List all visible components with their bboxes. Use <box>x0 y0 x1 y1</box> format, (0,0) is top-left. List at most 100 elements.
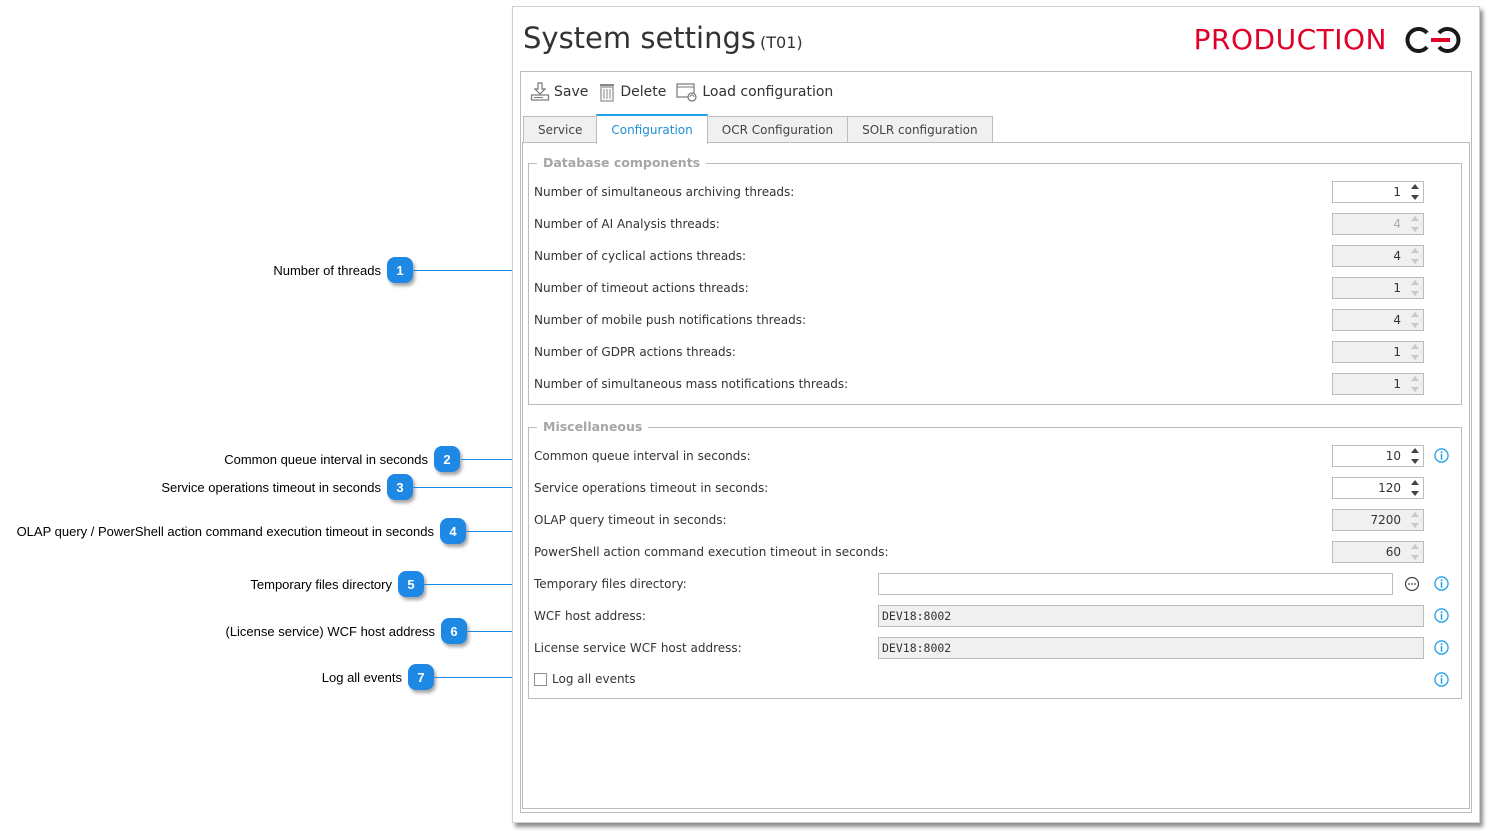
info-icon[interactable] <box>1434 576 1449 591</box>
callout-leader <box>413 487 525 488</box>
stepper-arrows <box>1410 512 1419 528</box>
log-all-events-checkbox[interactable] <box>534 672 547 686</box>
timeout-actions-threads-row: Number of timeout actions threads: <box>534 277 749 299</box>
service-timeout-row: Service operations timeout in seconds: <box>534 477 768 499</box>
database-components-group: Database components Number of simultaneo… <box>528 155 1462 405</box>
page-title: System settings (T01) <box>523 21 803 55</box>
stepper-arrows <box>1410 280 1419 296</box>
wcf-host-row: WCF host address: <box>534 605 646 627</box>
load-configuration-button[interactable]: Load configuration <box>676 82 833 102</box>
settings-panel: Save Delete Load configuration Service C… <box>520 71 1472 813</box>
callout-leader <box>424 584 525 585</box>
temp-dir-row: Temporary files directory: <box>534 573 687 595</box>
arrow-down-icon[interactable] <box>1410 491 1419 496</box>
callout-3: Service operations timeout in seconds 3 <box>161 474 413 500</box>
arrow-down-icon <box>1410 555 1419 560</box>
service-timeout-stepper[interactable]: 120 <box>1332 477 1424 499</box>
info-icon[interactable] <box>1434 448 1449 463</box>
field-label: Number of AI Analysis threads: <box>534 217 720 231</box>
stepper-arrows[interactable] <box>1410 448 1419 464</box>
arrow-down-icon <box>1410 323 1419 328</box>
toolbar: Save Delete Load configuration <box>530 82 833 102</box>
stepper-arrows <box>1410 312 1419 328</box>
arrow-down-icon <box>1410 523 1419 528</box>
configuration-tab-content: Database components Number of simultaneo… <box>522 142 1470 809</box>
browse-icon[interactable] <box>1404 576 1420 592</box>
log-all-events-row[interactable]: Log all events <box>534 668 636 690</box>
field-label: Common queue interval in seconds: <box>534 449 751 463</box>
save-button[interactable]: Save <box>530 82 588 102</box>
callout-text: Number of threads <box>273 262 381 278</box>
system-settings-window: System settings (T01) PRODUCTION Save De… <box>512 6 1480 823</box>
callout-badge: 7 <box>408 664 434 690</box>
temp-dir-input[interactable] <box>878 573 1393 595</box>
environment-label: PRODUCTION <box>1193 23 1387 56</box>
callout-text: Log all events <box>321 669 402 685</box>
archiving-threads-row: Number of simultaneous archiving threads… <box>534 181 794 203</box>
trash-icon <box>600 84 615 102</box>
ai-analysis-threads-row: Number of AI Analysis threads: <box>534 213 720 235</box>
field-label: OLAP query timeout in seconds: <box>534 513 727 527</box>
delete-button[interactable]: Delete <box>598 82 666 102</box>
save-label: Save <box>554 84 589 100</box>
arrow-down-icon[interactable] <box>1410 459 1419 464</box>
callout-badge: 3 <box>387 474 413 500</box>
common-queue-stepper[interactable]: 10 <box>1332 445 1424 467</box>
tab-ocr-configuration[interactable]: OCR Configuration <box>706 116 849 143</box>
arrow-up-icon <box>1410 216 1419 221</box>
gdpr-actions-threads-stepper: 1 <box>1332 341 1424 363</box>
save-icon <box>530 82 550 101</box>
arrow-up-icon <box>1410 544 1419 549</box>
group-legend: Miscellaneous <box>537 419 649 434</box>
info-icon[interactable] <box>1434 672 1449 687</box>
arrow-down-icon <box>1410 291 1419 296</box>
powershell-timeout-stepper: 60 <box>1332 541 1424 563</box>
field-label: Number of GDPR actions threads: <box>534 345 736 359</box>
olap-timeout-row: OLAP query timeout in seconds: <box>534 509 727 531</box>
stepper-arrows <box>1410 248 1419 264</box>
arrow-down-icon <box>1410 227 1419 232</box>
stepper-arrows[interactable] <box>1410 184 1419 200</box>
info-icon[interactable] <box>1434 640 1449 655</box>
title-code: (T01) <box>760 33 803 52</box>
webcon-logo-icon <box>1405 27 1461 53</box>
ai-analysis-threads-stepper: 4 <box>1332 213 1424 235</box>
arrow-up-icon[interactable] <box>1410 480 1419 485</box>
tab-service[interactable]: Service <box>523 116 598 143</box>
arrow-down-icon <box>1410 355 1419 360</box>
mass-notifications-threads-stepper: 1 <box>1332 373 1424 395</box>
olap-timeout-stepper: 7200 <box>1332 509 1424 531</box>
archiving-threads-stepper[interactable]: 1 <box>1332 181 1424 203</box>
arrow-up-icon <box>1410 280 1419 285</box>
cyclical-actions-threads-row: Number of cyclical actions threads: <box>534 245 746 267</box>
callout-2: Common queue interval in seconds 2 <box>224 446 460 472</box>
group-legend: Database components <box>537 155 707 170</box>
info-icon[interactable] <box>1434 608 1449 623</box>
stepper-arrows[interactable] <box>1410 480 1419 496</box>
callout-1: Number of threads 1 <box>273 257 413 283</box>
title-text: System settings <box>523 21 757 55</box>
callout-badge: 6 <box>441 618 467 644</box>
mobile-push-threads-stepper: 4 <box>1332 309 1424 331</box>
load-configuration-label: Load configuration <box>702 84 834 100</box>
arrow-up-icon <box>1410 248 1419 253</box>
tab-solr-configuration[interactable]: SOLR configuration <box>847 116 993 143</box>
callout-text: (License service) WCF host address <box>225 623 435 639</box>
arrow-down-icon <box>1410 259 1419 264</box>
timeout-actions-threads-stepper: 1 <box>1332 277 1424 299</box>
field-label: WCF host address: <box>534 609 646 623</box>
arrow-up-icon[interactable] <box>1410 448 1419 453</box>
callout-text: Common queue interval in seconds <box>224 451 428 467</box>
tab-configuration[interactable]: Configuration <box>596 114 708 144</box>
arrow-up-icon[interactable] <box>1410 184 1419 189</box>
miscellaneous-group: Miscellaneous Common queue interval in s… <box>528 419 1462 699</box>
checkbox-label: Log all events <box>552 672 636 686</box>
callout-text: OLAP query / PowerShell action command e… <box>16 523 434 539</box>
callout-5: Temporary files directory 5 <box>250 571 424 597</box>
callout-badge: 2 <box>434 446 460 472</box>
arrow-down-icon[interactable] <box>1410 195 1419 200</box>
load-configuration-icon <box>676 83 697 102</box>
arrow-up-icon <box>1410 512 1419 517</box>
field-label: Number of mobile push notifications thre… <box>534 313 806 327</box>
callout-6: (License service) WCF host address 6 <box>225 618 467 644</box>
